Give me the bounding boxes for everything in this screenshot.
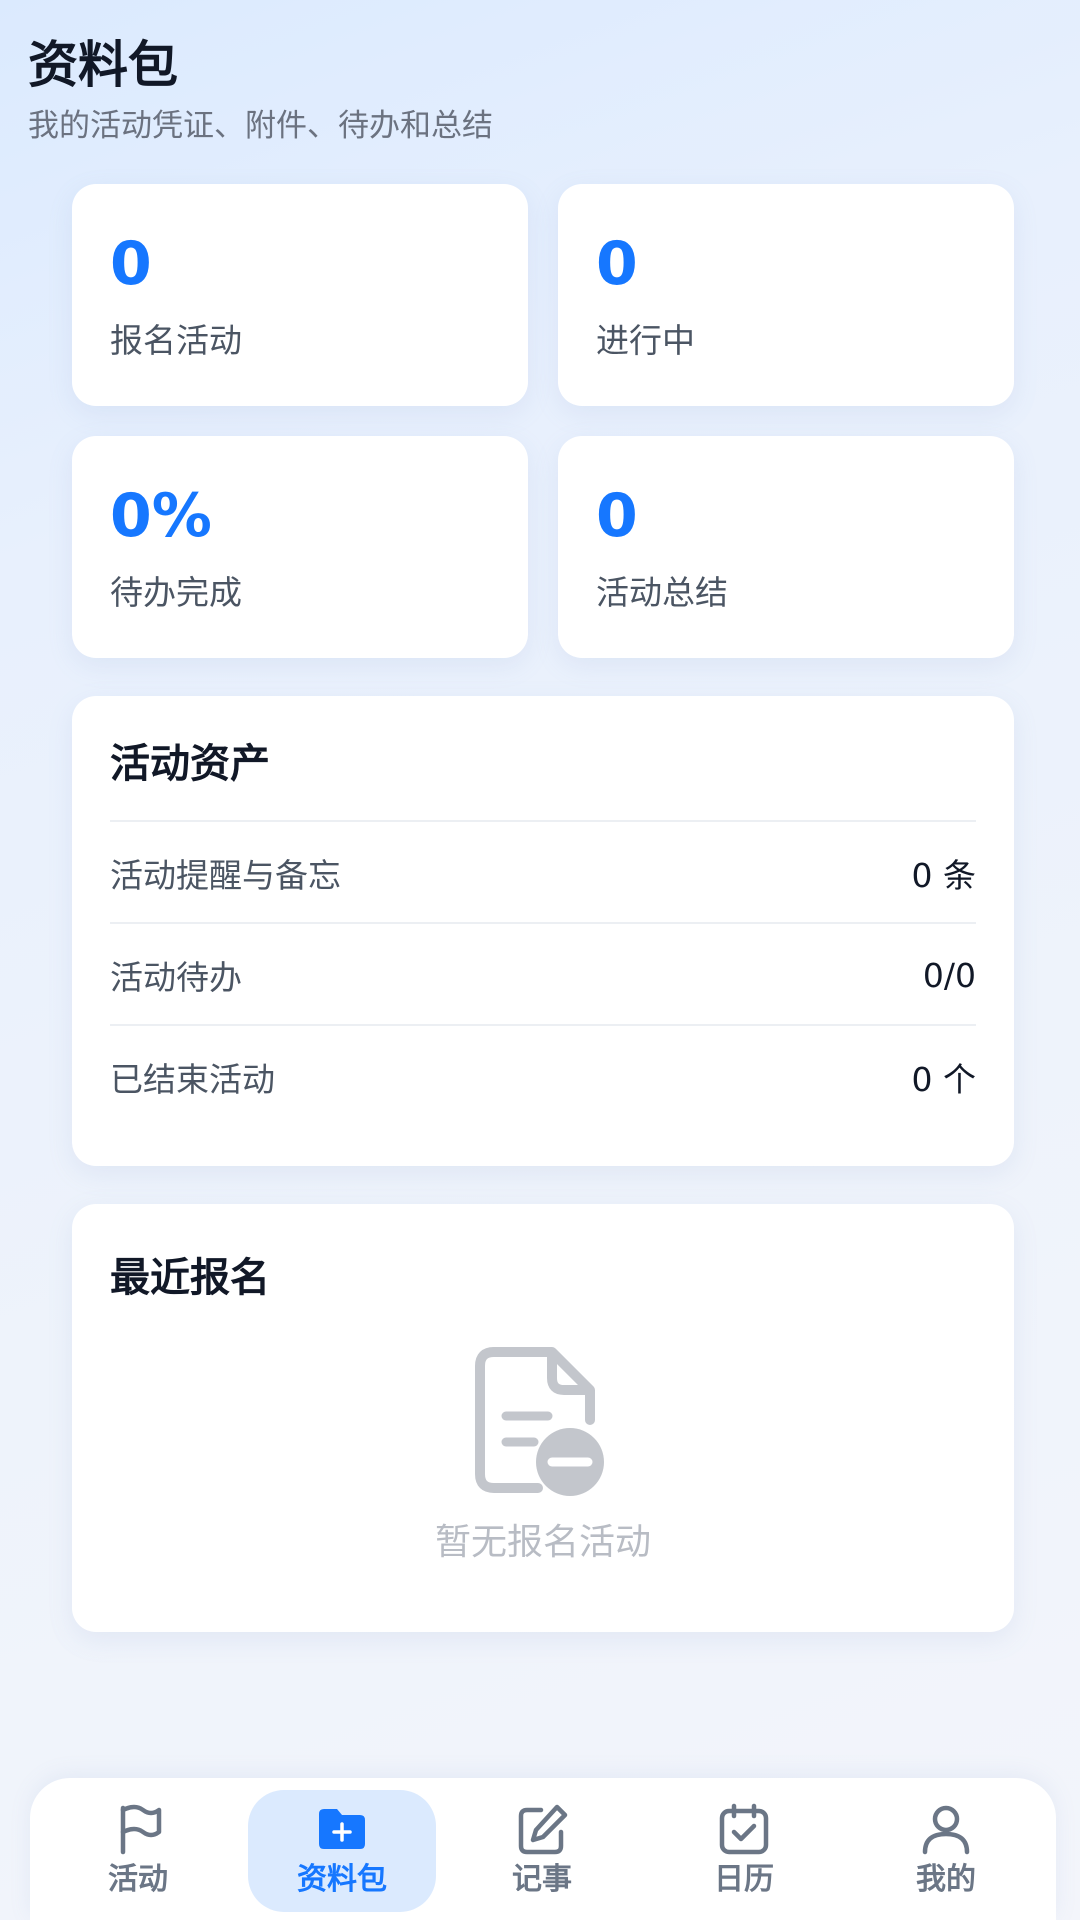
tab-notes[interactable]: 记事	[448, 1790, 636, 1912]
stat-value: 0	[596, 481, 638, 551]
stat-card-summaries[interactable]: 0 活动总结	[558, 436, 1014, 658]
tab-label: 资料包	[297, 1862, 387, 1897]
page-subtitle: 我的活动凭证、附件、待办和总结	[28, 108, 493, 144]
stat-card-todo-completion[interactable]: 0% 待办完成	[72, 436, 528, 658]
stat-card-registered[interactable]: 0 报名活动	[72, 184, 528, 406]
stat-label: 报名活动	[110, 321, 242, 360]
asset-label: 已结束活动	[110, 1060, 275, 1099]
asset-row-ended[interactable]: 已结束活动 0 个	[110, 1024, 976, 1128]
stat-label: 待办完成	[110, 573, 242, 612]
assets-panel: 活动资产 活动提醒与备忘 0 条 活动待办 0/0 已结束活动 0 个	[72, 696, 1014, 1166]
asset-row-reminders[interactable]: 活动提醒与备忘 0 条	[110, 820, 976, 924]
tab-calendar[interactable]: 日历	[650, 1790, 838, 1912]
recent-panel-title: 最近报名	[110, 1255, 270, 1301]
asset-label: 活动待办	[110, 958, 242, 997]
tab-materials[interactable]: 资料包	[248, 1790, 436, 1912]
stat-label: 活动总结	[596, 573, 728, 612]
page-title: 资料包	[28, 36, 178, 94]
tab-label: 活动	[108, 1862, 168, 1897]
asset-label: 活动提醒与备忘	[110, 856, 341, 895]
stat-value: 0	[596, 229, 638, 299]
asset-row-todos[interactable]: 活动待办 0/0	[110, 922, 976, 1026]
stat-value: 0%	[110, 481, 212, 551]
document-remove-icon	[475, 1347, 604, 1496]
tab-activities[interactable]: 活动	[44, 1790, 232, 1912]
empty-state-text: 暂无报名活动	[434, 1522, 651, 1563]
tab-label: 记事	[512, 1862, 572, 1897]
recent-panel: 最近报名 暂无报名活动	[72, 1204, 1014, 1632]
stat-card-in-progress[interactable]: 0 进行中	[558, 184, 1014, 406]
asset-value: 0 条	[911, 856, 977, 895]
user-icon	[922, 1805, 970, 1855]
stat-label: 进行中	[596, 321, 695, 360]
tab-label: 日历	[714, 1862, 774, 1897]
calendar-check-icon	[719, 1803, 769, 1855]
flag-icon	[120, 1804, 162, 1855]
folder-plus-icon	[319, 1809, 365, 1849]
tab-profile[interactable]: 我的	[852, 1790, 1040, 1912]
asset-value: 0 个	[911, 1060, 977, 1099]
tab-label: 我的	[916, 1862, 976, 1897]
edit-note-icon	[518, 1804, 568, 1855]
page-header: 资料包 我的活动凭证、附件、待办和总结	[28, 30, 1028, 150]
asset-value: 0/0	[922, 955, 976, 995]
assets-panel-title: 活动资产	[110, 741, 270, 787]
bottom-tab-bar: 活动 资料包 记事 日历 我的	[30, 1778, 1056, 1920]
stat-value: 0	[110, 229, 152, 299]
